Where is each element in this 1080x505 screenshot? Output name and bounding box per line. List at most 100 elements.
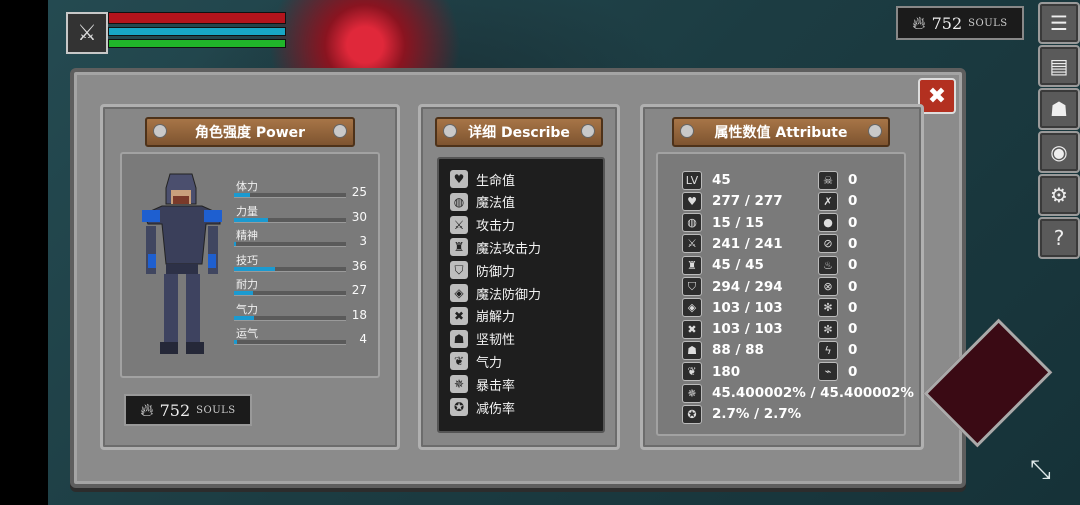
help-icon[interactable]: ? — [1038, 217, 1080, 259]
resistance-value: 0 — [848, 214, 858, 231]
attribute-value: 241 / 241 — [712, 235, 783, 252]
lv-icon: LV — [682, 170, 702, 190]
attribute-row: LV 45 — [682, 170, 731, 190]
stat-bar — [234, 193, 346, 198]
attribute-row: ♥ 277 / 277 — [682, 191, 783, 211]
potion-icon: ◍ — [682, 213, 702, 233]
bolt-decoration — [868, 124, 882, 138]
stat-value: 3 — [359, 234, 367, 248]
expand-icon[interactable]: ⤡ — [1030, 455, 1051, 486]
stat-label: 精神 — [236, 229, 258, 242]
resistance-row: ⊗ 0 — [818, 277, 857, 297]
resistance-value: 0 — [848, 278, 858, 295]
resistance-row: ♨ 0 — [818, 255, 857, 275]
lightning-icon: ϟ — [818, 340, 838, 360]
stat-value: 25 — [351, 185, 367, 199]
attribute-title: 属性数值 Attribute — [672, 117, 890, 147]
shield-icon: ⛉ — [682, 277, 702, 296]
bolt-decoration — [443, 124, 457, 138]
souls-label: SOULS — [196, 404, 236, 416]
resistance-row: ✗ 0 — [818, 191, 857, 211]
attribute-row: ✵ 45.400002% / 45.400002% — [682, 383, 914, 403]
attribute-value: 15 / 15 — [712, 214, 764, 231]
stat-label: 力量 — [236, 204, 258, 218]
describe-label: 气力 — [476, 355, 503, 371]
resistance-value: 0 — [848, 193, 858, 210]
describe-item: ♥ 生命值 — [450, 168, 515, 190]
bolt-decoration — [153, 124, 167, 138]
stat-row: 体力 25 — [234, 178, 369, 204]
souls-value: 752 — [931, 13, 963, 33]
heart-icon: ♥ — [682, 191, 702, 211]
soul-flame-icon: 🔥︎ — [912, 12, 926, 34]
stat-bar — [234, 266, 346, 272]
attribute-row: ✖ 103 / 103 — [682, 319, 783, 339]
helmet-icon[interactable]: ☗ — [1038, 88, 1080, 130]
attribute-value: 180 — [712, 363, 741, 380]
star-burst-icon: ✵ — [682, 383, 702, 403]
soul-flame-icon: 🔥︎ — [140, 399, 154, 421]
resistance-row: ⌁ 0 — [818, 362, 857, 382]
resistance-value: 0 — [848, 342, 858, 359]
resistance-value: 0 — [848, 172, 858, 188]
badge-icon: ✪ — [682, 404, 702, 424]
describe-item: ◍ 魔法值 — [450, 191, 515, 213]
resistance-row: ✻ 0 — [818, 298, 857, 318]
describe-item: ✖ 崩解力 — [450, 305, 515, 327]
stat-bar — [234, 217, 346, 223]
describe-label: 魔法攻击力 — [476, 241, 542, 257]
stat-value: 30 — [351, 209, 367, 224]
stat-row: 运气 4 — [234, 325, 369, 351]
stamina-bar — [108, 39, 286, 48]
attribute-row: ❦ 180 — [682, 362, 740, 382]
magic-shield-icon: ◈ — [682, 298, 702, 318]
attribute-row: ◈ 103 / 103 — [682, 298, 783, 318]
stat-bar — [234, 340, 346, 345]
attribute-value: 2.7% / 2.7% — [712, 406, 802, 423]
screen-edge — [0, 0, 48, 505]
stat-bar-fill — [234, 193, 250, 197]
stat-label: 体力 — [236, 180, 258, 193]
bolt-decoration — [680, 124, 694, 138]
souls-counter: 🔥︎ 752 SOULS — [896, 6, 1024, 40]
castle-icon: ♜ — [450, 238, 468, 257]
describe-item: ⚔ 攻击力 — [450, 214, 515, 236]
stat-row: 耐力 27 — [234, 276, 369, 302]
resistance-value: 0 — [848, 235, 858, 252]
stat-label: 耐力 — [236, 278, 258, 291]
attribute-row: ☗ 88 / 88 — [682, 340, 764, 360]
describe-item: ✵ 暴击率 — [450, 373, 515, 395]
backpack-icon[interactable]: ▤ — [1038, 45, 1080, 87]
no-lightning-icon: ⌁ — [818, 362, 838, 382]
crossed-swords-icon[interactable]: ⚔ — [66, 12, 108, 54]
attribute-value: 103 / 103 — [712, 299, 783, 316]
stat-bar-fill — [234, 315, 255, 320]
describe-label: 生命值 — [476, 173, 516, 189]
describe-item: ☗ 坚韧性 — [450, 328, 515, 350]
menu-icon[interactable]: ☰ — [1038, 2, 1080, 44]
describe-label: 防御力 — [476, 264, 516, 280]
stat-bar-fill — [234, 217, 268, 222]
attribute-title-text: 属性数值 Attribute — [714, 125, 848, 141]
skull-icon: ☠ — [818, 170, 838, 190]
describe-label: 攻击力 — [476, 219, 516, 235]
stat-bar-fill — [234, 340, 238, 344]
stat-bar-fill — [234, 291, 254, 295]
describe-label: 减伤率 — [476, 401, 516, 417]
describe-label: 暴击率 — [476, 378, 516, 394]
stat-label: 运气 — [236, 327, 258, 340]
character-model — [142, 173, 222, 354]
attribute-value: 45 — [712, 172, 731, 188]
describe-title: 详细 Describe — [435, 117, 603, 147]
attribute-value: 277 / 277 — [712, 193, 783, 210]
shield-icon[interactable]: ◉ — [1038, 131, 1080, 173]
resistance-row: ✼ 0 — [818, 319, 857, 339]
lungs-icon: ❦ — [682, 362, 702, 382]
attribute-row: ◍ 15 / 15 — [682, 213, 764, 233]
helmet-icon: ☗ — [450, 329, 468, 348]
describe-label: 崩解力 — [476, 310, 516, 326]
stat-bar — [234, 242, 346, 247]
attribute-value: 88 / 88 — [712, 342, 764, 359]
helmet-icon: ☗ — [682, 340, 702, 360]
gear-icon[interactable]: ⚙ — [1038, 174, 1080, 216]
